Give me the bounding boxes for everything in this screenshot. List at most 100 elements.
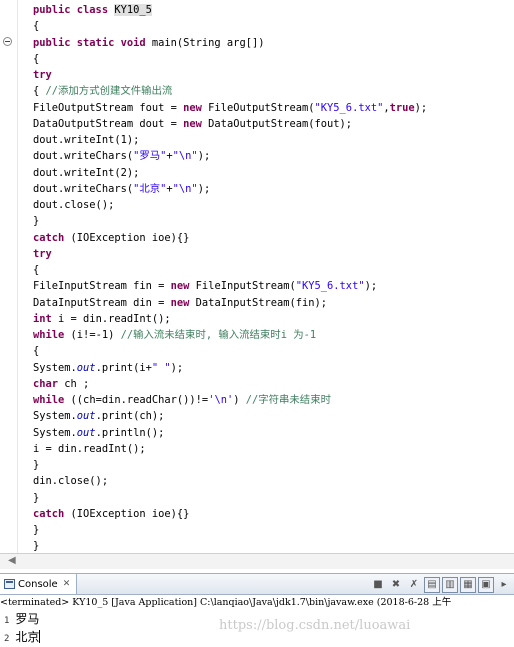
code-line[interactable]: dout.writeInt(2); [33, 165, 427, 181]
display-selected-icon[interactable]: ▣ [478, 577, 494, 593]
code-token: out [76, 426, 96, 439]
tab-console[interactable]: Console ✕ [0, 574, 78, 594]
watermark: https://blog.csdn.net/luoawai [219, 618, 411, 633]
code-token: DataInputStream(fin); [195, 296, 328, 309]
code-line[interactable]: } [33, 213, 427, 229]
code-line[interactable]: System.out.println(); [33, 425, 427, 441]
code-line[interactable]: public class KY10_5 [33, 2, 427, 18]
console-output-line: 1 罗马 [4, 611, 40, 629]
code-token: new [183, 101, 209, 114]
code-token: KY10_5 [114, 4, 152, 16]
code-token: "罗马" [133, 150, 167, 163]
code-token: i = din.readInt(); [58, 312, 171, 325]
code-token: try [33, 69, 52, 81]
code-token: main(String arg[]) [151, 36, 265, 49]
code-token: .print(ch); [95, 410, 165, 423]
code-token: (IOException ioe){} [70, 231, 190, 244]
code-line[interactable]: FileInputStream fin = new FileInputStrea… [33, 278, 427, 294]
pin-console-icon[interactable]: ▦ [460, 577, 476, 593]
code-token: new [183, 117, 209, 130]
code-token: din.close(); [33, 475, 109, 488]
code-token: while [33, 329, 71, 341]
code-token: ) [233, 394, 246, 406]
code-line[interactable]: DataOutputStream dout = new DataOutputSt… [33, 116, 427, 132]
code-token: dout.writeInt(2); [33, 166, 140, 179]
code-line[interactable]: System.out.print(ch); [33, 408, 427, 424]
code-token: FileInputStream fin = [33, 280, 171, 293]
stop-icon[interactable]: ■ [370, 577, 386, 593]
code-token: (IOException ioe){} [70, 507, 190, 520]
code-token: i = din.readInt(); [33, 442, 146, 455]
code-line[interactable]: catch (IOException ioe){} [33, 230, 427, 246]
remove-launch-icon[interactable]: ✖ [388, 577, 404, 593]
code-line[interactable]: dout.writeChars("罗马"+"\n"); [33, 148, 427, 164]
code-token: "北京" [133, 182, 167, 195]
output-text: 罗马 [15, 612, 40, 626]
code-line[interactable]: } [33, 490, 427, 506]
code-line[interactable]: { [33, 51, 427, 67]
fold-collapse-icon[interactable] [3, 37, 12, 46]
remove-all-icon[interactable]: ✗ [406, 577, 422, 593]
code-line[interactable]: FileOutputStream fout = new FileOutputSt… [33, 100, 427, 116]
code-line[interactable]: } [33, 522, 427, 538]
code-token: new [170, 296, 196, 309]
code-line[interactable]: dout.writeChars("北京"+"\n"); [33, 181, 427, 197]
code-line[interactable]: try [33, 67, 427, 83]
code-line[interactable]: { [33, 262, 427, 278]
code-token: int [33, 312, 59, 325]
code-token: } [33, 524, 40, 536]
clear-console-icon[interactable]: ▤ [424, 577, 440, 593]
code-token: //添加方式创建文件输出流 [45, 85, 173, 98]
console-toolbar: ■ ✖ ✗ ▤ ▥ ▦ ▣ ▸ [370, 577, 512, 593]
code-token: } [33, 540, 40, 553]
code-token: "KY5_6.txt" [295, 280, 365, 293]
code-line[interactable]: try [33, 246, 427, 262]
output-number: 2 [4, 634, 10, 644]
code-token: ); [414, 101, 428, 114]
console-tab-label: Console [18, 578, 58, 590]
editor-gutter [0, 0, 18, 553]
console-output[interactable]: 1 罗马 2 北京 [4, 611, 41, 647]
code-token: (i!=-1) [70, 329, 121, 341]
open-console-icon[interactable]: ▸ [496, 577, 512, 593]
code-token: //输入流未结束时, 输入流结束时i 为-1 [120, 329, 317, 341]
code-line[interactable]: dout.close(); [33, 197, 427, 213]
code-token: .print(i+ [95, 361, 152, 374]
code-line[interactable]: char ch ; [33, 376, 427, 392]
code-token: //字符串未结束时 [245, 394, 331, 406]
code-token: while [33, 394, 71, 406]
code-line[interactable]: int i = din.readInt(); [33, 311, 427, 327]
code-token: public static void [33, 36, 152, 49]
code-line[interactable]: catch (IOException ioe){} [33, 506, 427, 522]
code-line[interactable]: DataInputStream din = new DataInputStrea… [33, 295, 427, 311]
code-token: catch [33, 231, 71, 244]
code-line[interactable]: while (i!=-1) //输入流未结束时, 输入流结束时i 为-1 [33, 327, 427, 343]
code-text[interactable]: public class KY10_5{public static void m… [33, 2, 427, 555]
code-line[interactable]: System.out.print(i+" "); [33, 360, 427, 376]
code-line[interactable]: { [33, 18, 427, 34]
code-line[interactable]: while ((ch=din.readChar())!='\n') //字符串未… [33, 392, 427, 408]
scroll-left-icon[interactable]: ◀ [8, 555, 16, 566]
code-token: ); [197, 150, 211, 163]
code-line[interactable]: } [33, 457, 427, 473]
code-editor[interactable]: public class KY10_5{public static void m… [0, 0, 514, 553]
code-line[interactable]: din.close(); [33, 473, 427, 489]
code-line[interactable]: i = din.readInt(); [33, 441, 427, 457]
code-token: " " [151, 361, 171, 374]
code-token: public class [33, 4, 115, 16]
horizontal-scrollbar[interactable]: ◀ [0, 553, 514, 569]
code-line[interactable]: dout.writeInt(1); [33, 132, 427, 148]
code-token: { [33, 20, 40, 33]
code-token: ch ; [64, 377, 90, 390]
scroll-lock-icon[interactable]: ▥ [442, 577, 458, 593]
text-caret [39, 630, 41, 643]
code-line[interactable]: public static void main(String arg[]) [33, 35, 427, 51]
console-output-line: 2 北京 [4, 629, 41, 647]
code-token: { [33, 52, 40, 65]
code-token: } [33, 491, 40, 504]
code-line[interactable]: { [33, 343, 427, 359]
code-line[interactable]: { //添加方式创建文件输出流 [33, 83, 427, 99]
code-token: DataInputStream din = [33, 296, 171, 309]
code-token: System. [33, 361, 77, 374]
close-icon[interactable]: ✕ [63, 579, 71, 589]
